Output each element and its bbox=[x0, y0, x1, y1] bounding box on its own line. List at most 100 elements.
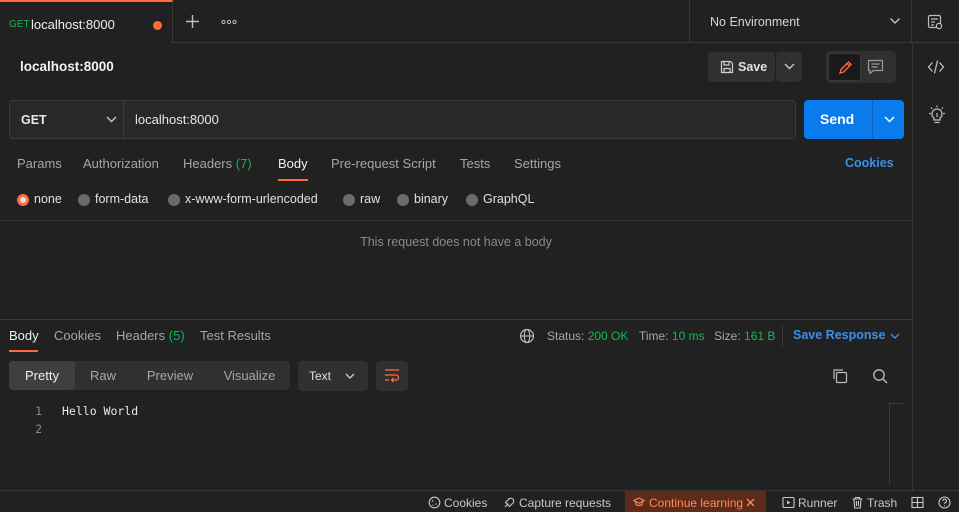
radio-label: binary bbox=[414, 192, 449, 206]
plus-icon[interactable] bbox=[184, 13, 201, 30]
view-preview[interactable]: Preview bbox=[131, 361, 209, 390]
tab-headers[interactable]: Headers (7) bbox=[183, 156, 252, 171]
editor-scrollbar[interactable] bbox=[889, 403, 904, 485]
response-time[interactable]: Time: 10 ms bbox=[639, 329, 705, 343]
format-label: Text bbox=[309, 369, 332, 383]
radio-button bbox=[466, 194, 478, 206]
pencil-icon[interactable] bbox=[828, 53, 861, 81]
size-value: 161 B bbox=[744, 329, 776, 343]
request-tab[interactable]: GET localhost:8000 bbox=[0, 0, 173, 43]
pane-divider[interactable] bbox=[0, 319, 912, 320]
save-label: Save bbox=[738, 60, 768, 74]
view-pretty[interactable]: Pretty bbox=[9, 361, 75, 390]
active-tab-indicator bbox=[278, 179, 308, 181]
size-label: Size: bbox=[714, 329, 741, 343]
wrap-lines-icon bbox=[385, 369, 400, 383]
send-label: Send bbox=[820, 111, 855, 127]
response-tab-test-results[interactable]: Test Results bbox=[200, 328, 271, 343]
statusbar-cookies-label: Cookies bbox=[444, 496, 488, 510]
cookies-link[interactable]: Cookies bbox=[845, 156, 894, 170]
save-options-button[interactable] bbox=[776, 52, 802, 82]
response-headers-count: (5) bbox=[168, 328, 185, 343]
line-number: 2 bbox=[35, 422, 42, 436]
line-number: 1 bbox=[35, 404, 42, 418]
copy-icon[interactable] bbox=[832, 368, 848, 384]
divider bbox=[0, 220, 912, 221]
chevron-down-icon bbox=[889, 17, 901, 25]
request-name[interactable]: localhost:8000 bbox=[20, 59, 114, 74]
tab-authorization[interactable]: Authorization bbox=[83, 156, 159, 171]
globe-icon[interactable] bbox=[519, 328, 535, 344]
radio-button bbox=[397, 194, 409, 206]
headers-count: (7) bbox=[235, 156, 252, 171]
radio-label: x-www-form-urlencoded bbox=[185, 192, 318, 206]
save-response-button[interactable]: Save Response bbox=[793, 328, 885, 342]
environment-quicklook-icon[interactable] bbox=[927, 14, 943, 30]
radio-label: form-data bbox=[95, 192, 149, 206]
chevron-down-icon[interactable] bbox=[890, 333, 900, 340]
close-icon bbox=[746, 498, 755, 507]
response-tab-cookies[interactable]: Cookies bbox=[54, 328, 101, 343]
tab-settings[interactable]: Settings bbox=[514, 156, 561, 171]
save-icon bbox=[720, 60, 734, 74]
cookie-icon bbox=[428, 496, 441, 509]
tab-body[interactable]: Body bbox=[278, 156, 308, 171]
tab-bar: GET localhost:8000 No Environment bbox=[0, 0, 959, 43]
response-tab-body[interactable]: Body bbox=[9, 328, 39, 343]
mode-toggle bbox=[826, 51, 896, 83]
url-input[interactable] bbox=[124, 100, 796, 139]
radio-button bbox=[78, 194, 90, 206]
tab-method-badge: GET bbox=[9, 19, 30, 30]
statusbar-trash-label: Trash bbox=[867, 496, 898, 510]
response-size[interactable]: Size: 161 B bbox=[714, 329, 775, 343]
environment-select[interactable]: No Environment bbox=[689, 0, 912, 43]
statusbar-capture-label: Capture requests bbox=[519, 496, 612, 510]
radio-label: GraphQL bbox=[483, 192, 535, 206]
wrap-lines-button[interactable] bbox=[376, 361, 408, 391]
lightbulb-icon[interactable] bbox=[928, 105, 946, 125]
radio-label: raw bbox=[360, 192, 381, 206]
two-pane-icon[interactable] bbox=[911, 495, 925, 511]
send-button[interactable]: Send bbox=[804, 100, 872, 139]
code-icon[interactable] bbox=[927, 59, 945, 75]
tab-tests[interactable]: Tests bbox=[460, 156, 490, 171]
continue-learning-label: Continue learning bbox=[649, 496, 744, 510]
tab-headers-label: Headers bbox=[183, 156, 233, 171]
method-select[interactable]: GET bbox=[9, 100, 124, 139]
trash-icon bbox=[852, 496, 863, 509]
more-horizontal-icon[interactable] bbox=[221, 19, 237, 25]
method-label: GET bbox=[21, 113, 47, 127]
environment-label: No Environment bbox=[710, 15, 800, 29]
comment-icon[interactable] bbox=[867, 59, 884, 75]
status-value: 200 OK bbox=[587, 329, 629, 343]
format-select[interactable]: Text bbox=[298, 361, 368, 391]
view-raw[interactable]: Raw bbox=[75, 361, 131, 390]
tab-params[interactable]: Params bbox=[17, 156, 62, 171]
response-status[interactable]: Status: 200 OK bbox=[547, 329, 628, 343]
view-visualize[interactable]: Visualize bbox=[209, 361, 290, 390]
tab-prerequest-script[interactable]: Pre-request Script bbox=[331, 156, 436, 171]
help-icon[interactable] bbox=[938, 495, 952, 511]
time-label: Time: bbox=[639, 329, 669, 343]
response-tab-headers[interactable]: Headers (5) bbox=[116, 328, 185, 343]
right-sidebar bbox=[912, 43, 959, 490]
radio-label: none bbox=[34, 192, 62, 206]
save-button[interactable]: Save bbox=[708, 52, 775, 82]
active-tab-indicator bbox=[9, 350, 38, 352]
chevron-down-icon bbox=[106, 116, 117, 123]
send-options-button[interactable] bbox=[872, 100, 904, 139]
graduation-cap-icon bbox=[633, 497, 645, 507]
tab-title: localhost:8000 bbox=[31, 17, 115, 32]
continue-learning-button[interactable]: Continue learning bbox=[625, 491, 766, 512]
radio-button bbox=[343, 194, 355, 206]
search-icon[interactable] bbox=[872, 368, 888, 384]
empty-body-message: This request does not have a body bbox=[360, 235, 552, 249]
runner-icon bbox=[782, 496, 795, 509]
radio-button-checked bbox=[17, 194, 29, 206]
capture-icon bbox=[504, 497, 515, 508]
response-tab-headers-label: Headers bbox=[116, 328, 166, 343]
chevron-down-icon bbox=[345, 373, 355, 380]
statusbar-runner-label: Runner bbox=[798, 496, 838, 510]
unsaved-dot bbox=[153, 21, 162, 30]
time-value: 10 ms bbox=[671, 329, 705, 343]
